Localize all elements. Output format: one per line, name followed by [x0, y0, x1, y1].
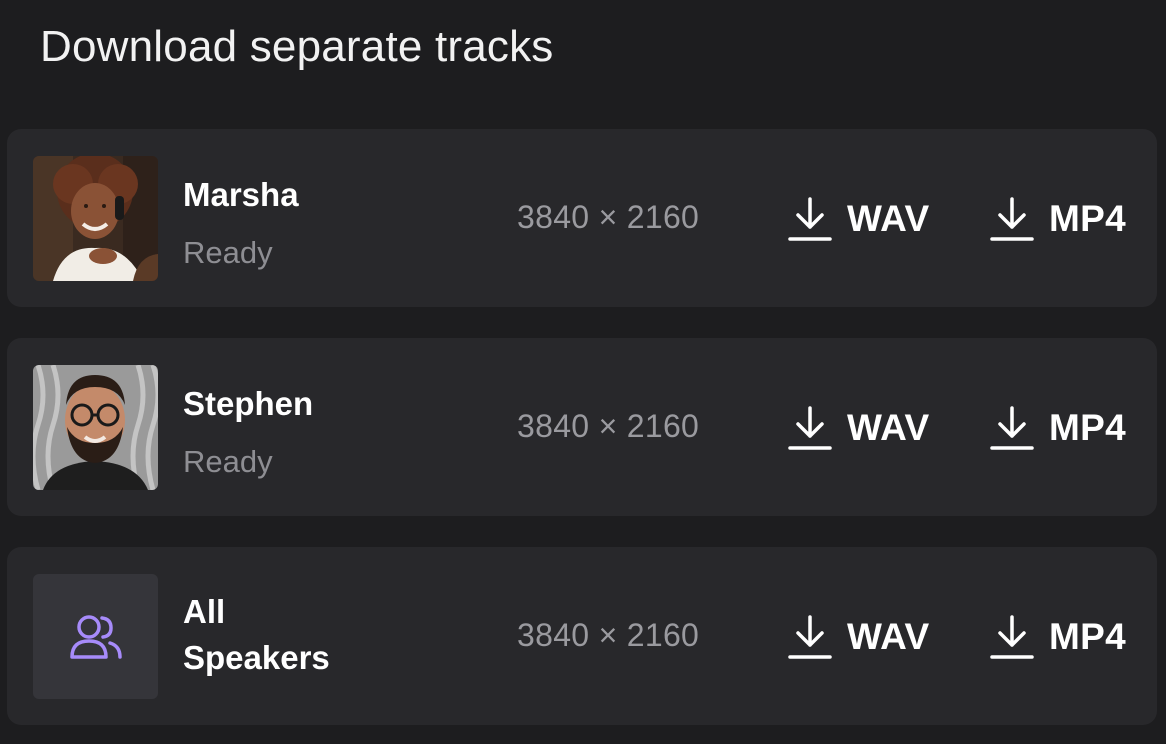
track-name: All Speakers	[183, 593, 330, 676]
stephen-photo	[33, 365, 158, 490]
download-mp4-button[interactable]: MP4	[989, 402, 1126, 454]
download-wav-label: WAV	[847, 616, 930, 657]
track-name: Stephen	[183, 385, 314, 422]
download-icon	[788, 406, 832, 450]
track-name: Marsha	[183, 176, 299, 213]
download-icon	[990, 197, 1034, 241]
panel-title: Download separate tracks	[40, 22, 554, 71]
track-row-all-speakers: All Speakers 3840 × 2160 WAV MP4	[7, 547, 1157, 725]
download-wav-button[interactable]: WAV	[787, 193, 929, 245]
marsha-photo	[33, 156, 158, 281]
download-wav-button[interactable]: WAV	[787, 402, 929, 454]
download-icon	[788, 197, 832, 241]
download-mp4-button[interactable]: MP4	[989, 193, 1126, 245]
track-status: Ready	[183, 235, 273, 270]
track-row-stephen: Stephen Ready 3840 × 2160 WAV MP4	[7, 338, 1157, 516]
track-resolution: 3840 × 2160	[517, 617, 700, 653]
download-icon	[788, 615, 832, 659]
download-mp4-button[interactable]: MP4	[989, 611, 1126, 663]
download-tracks-panel: Download separate tracks Marsha Ready 38…	[0, 0, 1166, 744]
users-icon	[69, 614, 122, 659]
download-icon	[990, 615, 1034, 659]
track-row-marsha: Marsha Ready 3840 × 2160 WAV MP4	[7, 129, 1157, 307]
download-mp4-label: MP4	[1049, 616, 1126, 657]
track-status: Ready	[183, 444, 273, 479]
download-mp4-label: MP4	[1049, 407, 1126, 448]
avatar	[33, 156, 158, 281]
download-mp4-label: MP4	[1049, 198, 1126, 239]
avatar	[33, 574, 158, 699]
download-icon	[990, 406, 1034, 450]
download-wav-button[interactable]: WAV	[787, 611, 929, 663]
download-wav-label: WAV	[847, 198, 930, 239]
download-wav-label: WAV	[847, 407, 930, 448]
track-resolution: 3840 × 2160	[517, 199, 700, 235]
track-resolution: 3840 × 2160	[517, 408, 700, 444]
avatar	[33, 365, 158, 490]
